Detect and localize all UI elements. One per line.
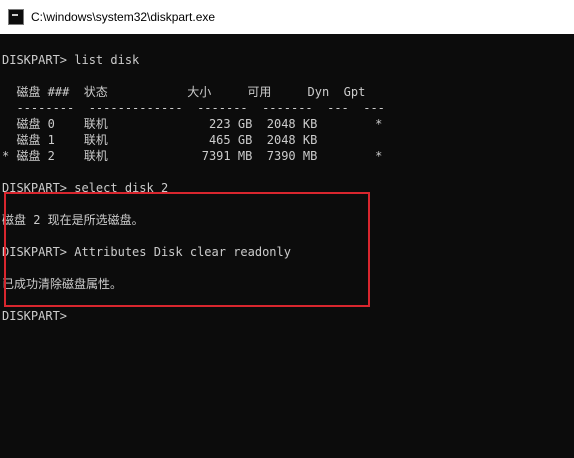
diskpart-window: C:\windows\system32\diskpart.exe DISKPAR… [0, 0, 574, 458]
command-line-list-disk: DISKPART> list disk [2, 53, 140, 67]
console-app-icon [8, 9, 24, 25]
disk-table-header: 磁盘 ### 状态 大小 可用 Dyn Gpt [2, 85, 366, 99]
annotation-highlight-box [4, 192, 370, 307]
command-prompt: DISKPART> [2, 309, 68, 323]
disk-row: 磁盘 1 联机 465 GB 2048 KB [2, 133, 318, 147]
disk-row-selected: * 磁盘 2 联机 7391 MB 7390 MB * [2, 149, 383, 163]
title-bar[interactable]: C:\windows\system32\diskpart.exe [0, 0, 574, 34]
disk-table-separator: -------- ------------- ------- ------- -… [2, 101, 385, 115]
window-title: C:\windows\system32\diskpart.exe [31, 10, 216, 24]
disk-row: 磁盘 0 联机 223 GB 2048 KB * [2, 117, 383, 131]
